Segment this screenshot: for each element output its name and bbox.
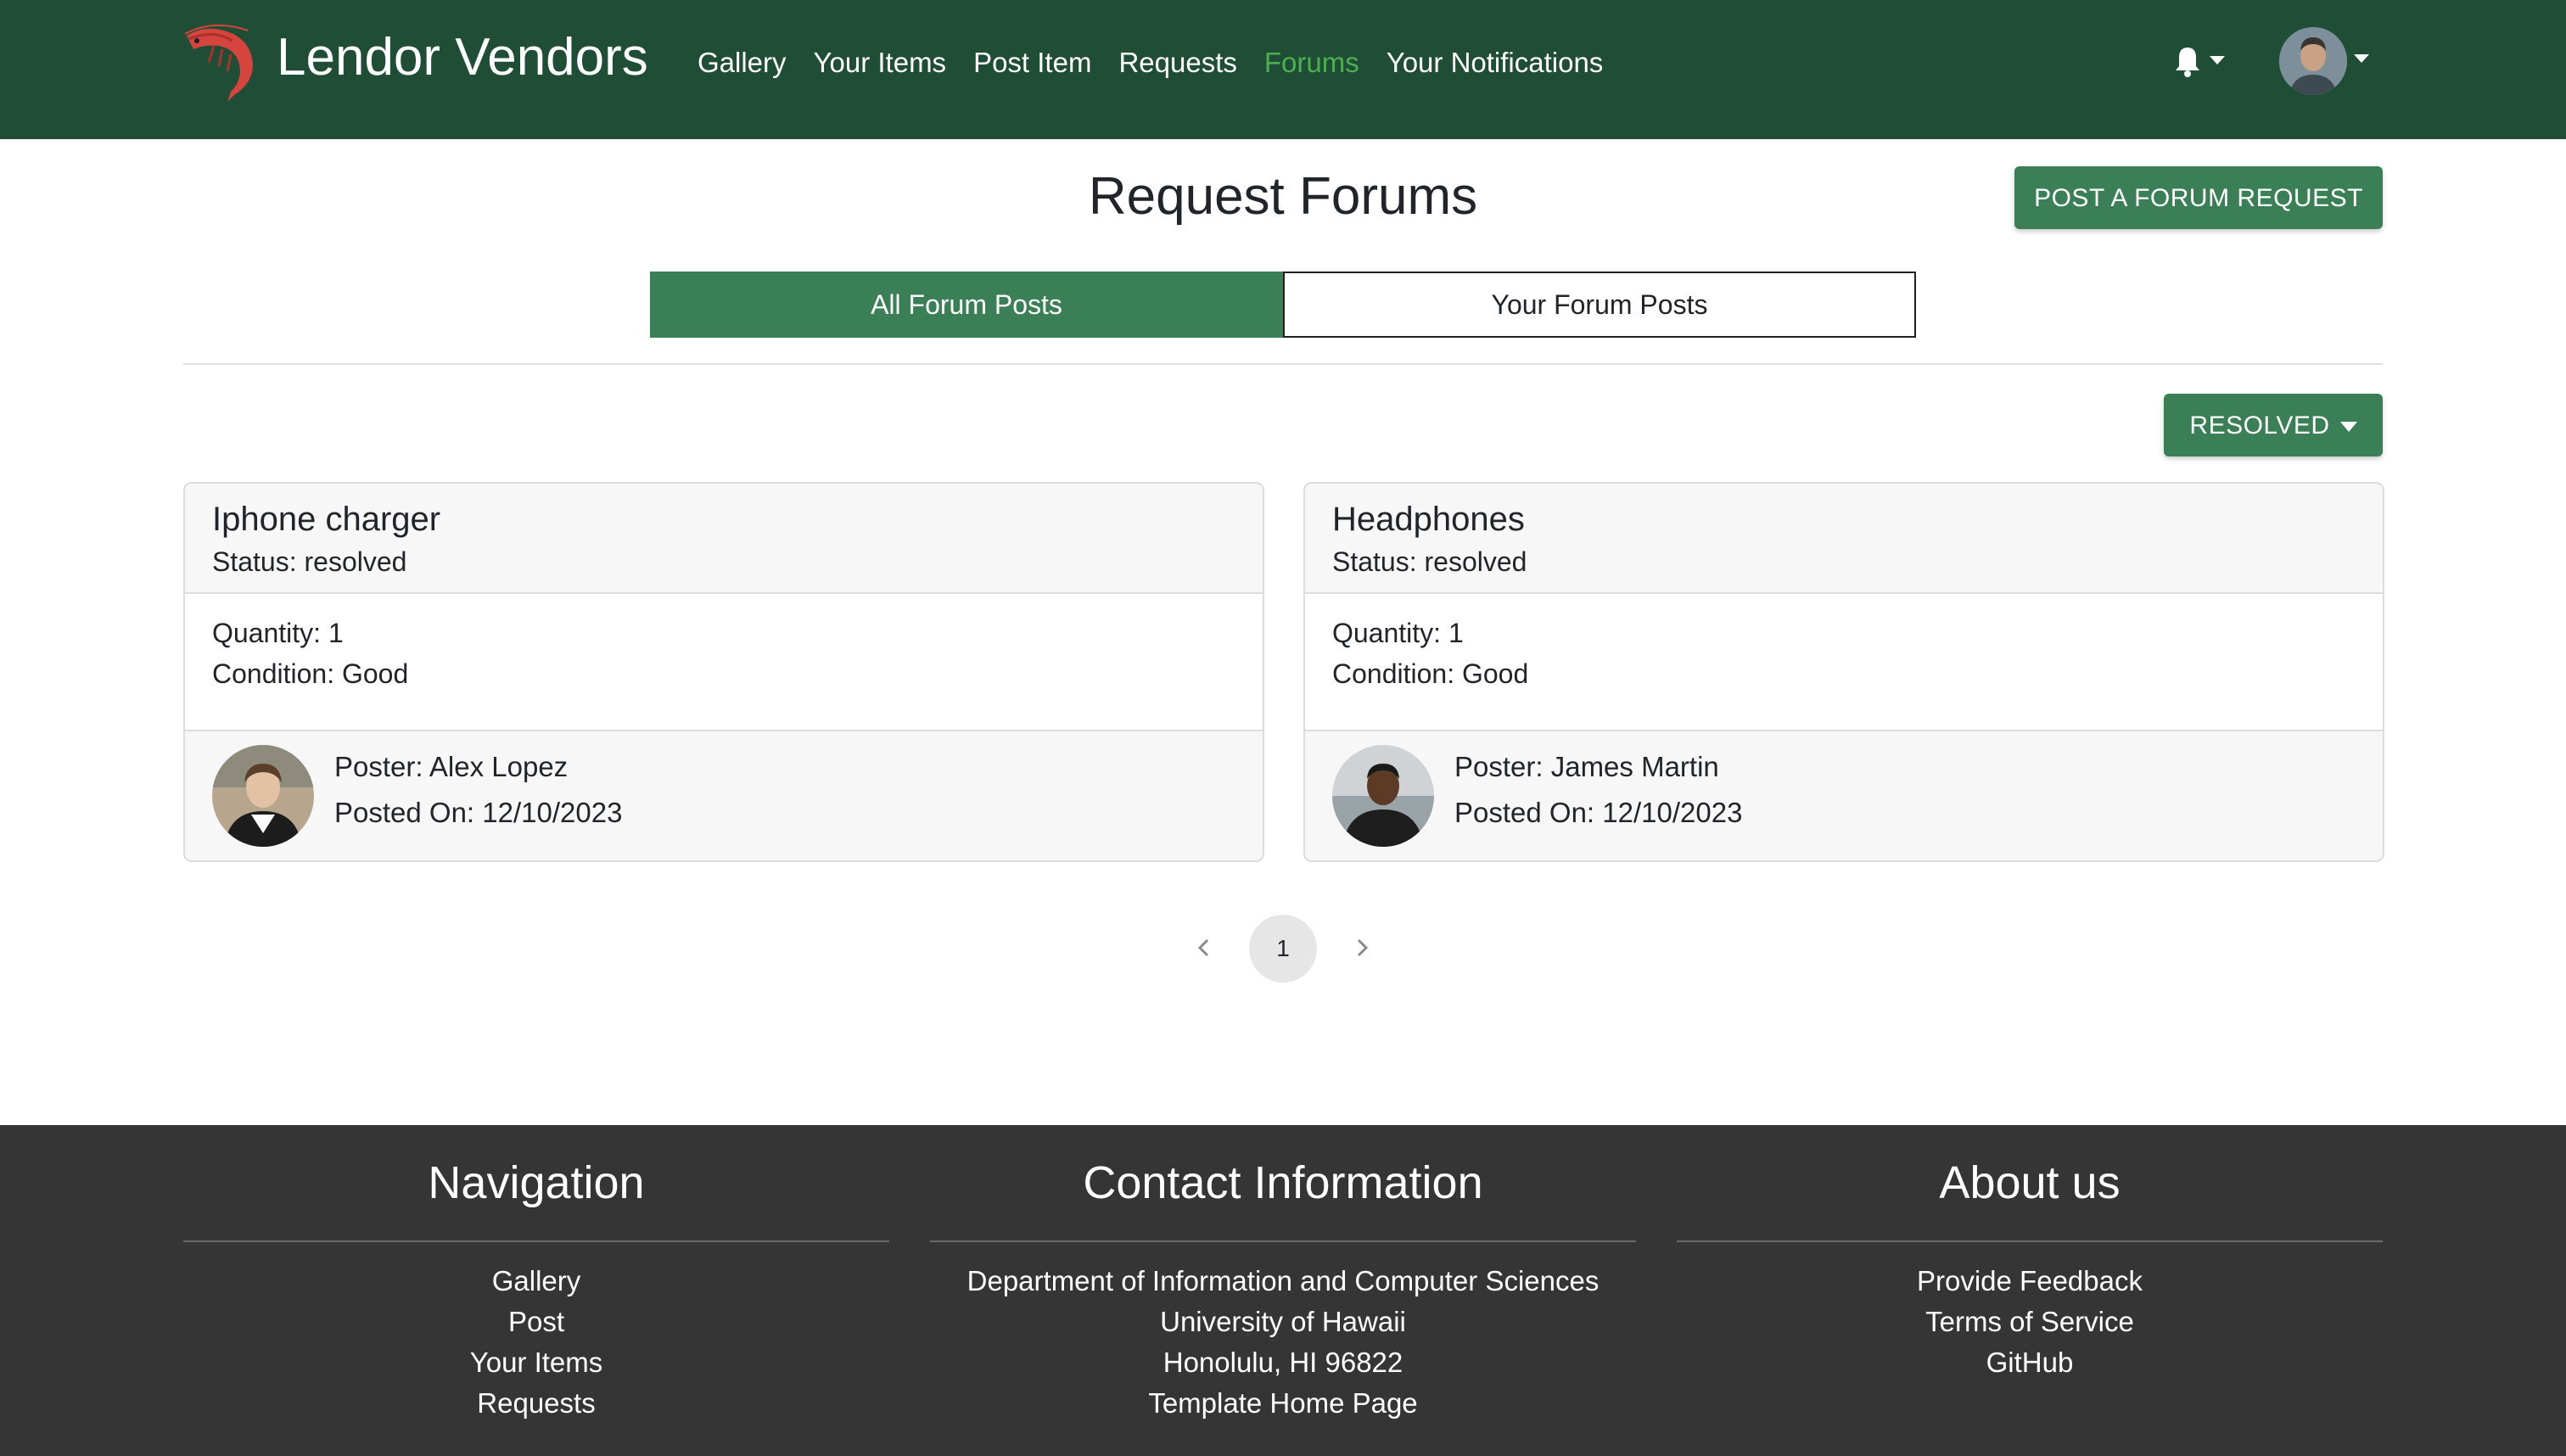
post-title: Headphones [1332, 501, 1525, 538]
footer-heading: Contact Information [1083, 1157, 1483, 1208]
footer-link-template-home[interactable]: Template Home Page [930, 1383, 1636, 1424]
contact-department: Department of Information and Computer S… [966, 1265, 1600, 1296]
user-menu-caret-down-icon[interactable] [2354, 54, 2369, 63]
footer-contact: Contact Information Department of Inform… [930, 1149, 1636, 1424]
footer-heading: About us [1939, 1157, 2121, 1208]
post-title: Iphone charger [212, 501, 441, 538]
posted-on-date: Posted On: 12/10/2023 [334, 797, 623, 828]
card-header: Headphones Status: resolved [1305, 484, 2383, 594]
poster-name: Poster: Alex Lopez [334, 751, 569, 782]
post-quantity: Quantity: 1 [212, 618, 344, 648]
card-body: Quantity: 1 Condition: Good [1305, 594, 2383, 730]
poster-name: Poster: James Martin [1454, 751, 1719, 782]
contact-address: Honolulu, HI 96822 [1163, 1347, 1403, 1378]
nav-link-gallery[interactable]: Gallery [698, 42, 787, 83]
contact-university: University of Hawaii [1160, 1306, 1406, 1337]
post-condition: Condition: Good [212, 658, 409, 689]
card-header: Iphone charger Status: resolved [185, 484, 1263, 594]
tab-your-forum-posts[interactable]: Your Forum Posts [1283, 272, 1916, 338]
footer-link-your-items[interactable]: Your Items [183, 1342, 889, 1383]
caret-down-icon [2339, 422, 2357, 433]
card-footer: Poster: James Martin Posted On: 12/10/20… [1305, 730, 2383, 860]
footer-link-feedback[interactable]: Provide Feedback [1677, 1261, 2383, 1302]
status-filter-dropdown[interactable]: RESOLVED [2164, 394, 2383, 456]
main-nav: Gallery Your Items Post Item Requests Fo… [698, 42, 1603, 83]
post-quantity: Quantity: 1 [1332, 618, 1464, 648]
divider [183, 1240, 889, 1242]
forum-post-card[interactable]: Iphone charger Status: resolved Quantity… [183, 482, 1264, 862]
divider [930, 1240, 1636, 1242]
navbar: Lendor Vendors Gallery Your Items Post I… [0, 0, 2566, 139]
post-status: Status: resolved [212, 546, 407, 577]
nav-link-your-notifications[interactable]: Your Notifications [1387, 42, 1604, 83]
nav-link-your-items[interactable]: Your Items [814, 42, 947, 83]
footer-link-gallery[interactable]: Gallery [183, 1261, 889, 1302]
footer-navigation: Navigation Gallery Post Your Items Reque… [183, 1149, 889, 1424]
poster-avatar[interactable] [212, 745, 314, 847]
card-body: Quantity: 1 Condition: Good [185, 594, 1263, 730]
chevron-right-icon[interactable] [1349, 935, 1375, 960]
footer-link-requests[interactable]: Requests [183, 1383, 889, 1424]
user-avatar[interactable] [2279, 27, 2347, 95]
status-filter-label: RESOLVED [2189, 412, 2330, 440]
nav-link-post-item[interactable]: Post Item [973, 42, 1091, 83]
post-status: Status: resolved [1332, 546, 1527, 577]
poster-avatar[interactable] [1332, 745, 1434, 847]
bell-icon[interactable] [2171, 44, 2205, 78]
footer-heading: Navigation [428, 1157, 645, 1208]
posted-on-date: Posted On: 12/10/2023 [1454, 797, 1743, 828]
forum-tabs: All Forum Posts Your Forum Posts [650, 272, 1916, 338]
divider [183, 363, 2383, 365]
divider [1677, 1240, 2383, 1242]
footer: Navigation Gallery Post Your Items Reque… [0, 1125, 2566, 1456]
footer-link-post[interactable]: Post [183, 1302, 889, 1342]
post-forum-request-button[interactable]: POST A FORUM REQUEST [2014, 166, 2383, 229]
footer-link-github[interactable]: GitHub [1677, 1342, 2383, 1383]
nav-link-forums[interactable]: Forums [1264, 42, 1359, 83]
card-footer: Poster: Alex Lopez Posted On: 12/10/2023 [185, 730, 1263, 860]
chevron-left-icon[interactable] [1191, 935, 1217, 960]
notifications-caret-down-icon[interactable] [2210, 56, 2225, 64]
shrimp-logo-icon[interactable] [180, 20, 265, 105]
footer-link-terms[interactable]: Terms of Service [1677, 1302, 2383, 1342]
forum-post-card[interactable]: Headphones Status: resolved Quantity: 1 … [1303, 482, 2384, 862]
post-condition: Condition: Good [1332, 658, 1529, 689]
nav-link-requests[interactable]: Requests [1118, 42, 1236, 83]
tab-all-forum-posts[interactable]: All Forum Posts [650, 272, 1283, 338]
footer-about: About us Provide Feedback Terms of Servi… [1677, 1149, 2383, 1383]
brand-name[interactable]: Lendor Vendors [277, 24, 648, 92]
pagination-page-current[interactable]: 1 [1249, 915, 1317, 983]
